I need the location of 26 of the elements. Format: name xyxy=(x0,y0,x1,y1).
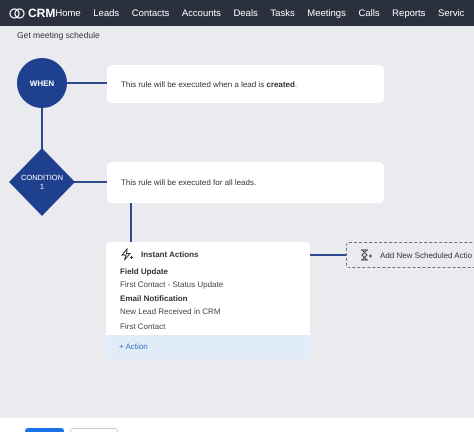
rule-description: This rule will be executed for all leads. xyxy=(121,178,256,187)
rule-description: This rule will be executed when a lead is created. xyxy=(121,80,298,88)
add-scheduled-action-button[interactable]: Add New Scheduled Actio xyxy=(346,242,474,268)
nav-tab[interactable]: Home xyxy=(55,8,81,18)
nav-tab[interactable]: Calls xyxy=(358,8,380,18)
nav-tab[interactable]: Deals xyxy=(234,8,258,18)
nav-tab[interactable]: Servic xyxy=(438,8,464,18)
nav-tab[interactable]: Contacts xyxy=(132,8,170,18)
logo-icon xyxy=(9,8,25,18)
nav-tab[interactable]: Tasks xyxy=(270,8,295,18)
nav-tab[interactable]: Reports xyxy=(392,8,426,18)
nav-tab[interactable]: Leads xyxy=(93,8,120,18)
hourglass-plus-icon xyxy=(360,249,372,261)
nav-tab[interactable]: Meetings xyxy=(307,8,346,18)
action-detail[interactable]: First Contact - Status Update xyxy=(120,278,296,291)
action-type: Email Notification xyxy=(120,293,189,305)
action-detail[interactable]: New Lead Received in CRM xyxy=(120,305,296,318)
nav-tab[interactable]: Accounts xyxy=(182,8,221,18)
lightning-plus-icon xyxy=(120,248,133,261)
add-action-link[interactable]: + Action xyxy=(106,335,310,359)
action-type: Field Update xyxy=(120,266,170,278)
card-title: Instant Actions xyxy=(141,250,198,259)
app-logo-text: CRM xyxy=(28,6,56,20)
rule-title: Get meeting schedule xyxy=(17,30,100,40)
trigger-node[interactable]: WHEN xyxy=(17,58,67,108)
action-detail[interactable]: First Contact xyxy=(120,320,296,333)
